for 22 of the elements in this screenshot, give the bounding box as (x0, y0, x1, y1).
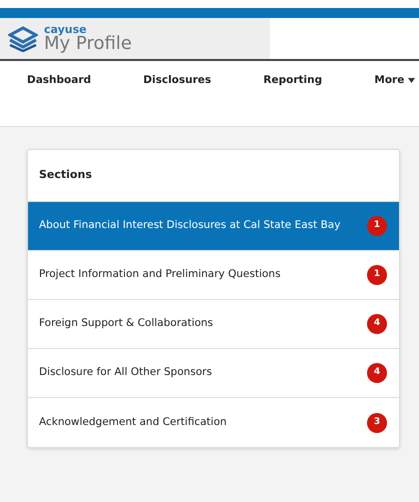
section-label: Foreign Support & Collaborations (39, 316, 214, 332)
section-item[interactable]: Acknowledgement and Certification 3 (28, 398, 399, 447)
brand-name: cayuse (44, 24, 87, 35)
section-item[interactable]: Disclosure for All Other Sponsors 4 (28, 349, 399, 398)
count-badge: 4 (367, 363, 387, 383)
nav-link[interactable]: Reporting (263, 73, 322, 89)
app-title: My Profile (44, 35, 132, 53)
section-item[interactable]: Foreign Support & Collaborations 4 (28, 300, 399, 349)
section-item[interactable]: Project Information and Preliminary Questions 1 (28, 251, 399, 300)
count-badge: 1 (367, 216, 387, 236)
section-label: Acknowledgement and Certification (39, 414, 227, 430)
section-item[interactable]: About Financial Interest Disclosures at Cal State East Bay 1 (28, 202, 399, 251)
nav-link[interactable]: Disclosures (143, 73, 212, 89)
nav-link[interactable]: More (374, 73, 415, 89)
count-badge: 1 (367, 265, 387, 285)
section-label: Disclosure for All Other Sponsors (39, 365, 212, 380)
section-label: About Financial Interest Disclosures at Cal State East Bay (39, 218, 340, 234)
count-badge: 4 (367, 314, 387, 334)
nav-link[interactable]: Dashboard (27, 73, 92, 89)
count-badge: 3 (367, 412, 387, 432)
layers-icon (8, 26, 38, 52)
section-label: Project Information and Preliminary Questions (39, 267, 281, 282)
